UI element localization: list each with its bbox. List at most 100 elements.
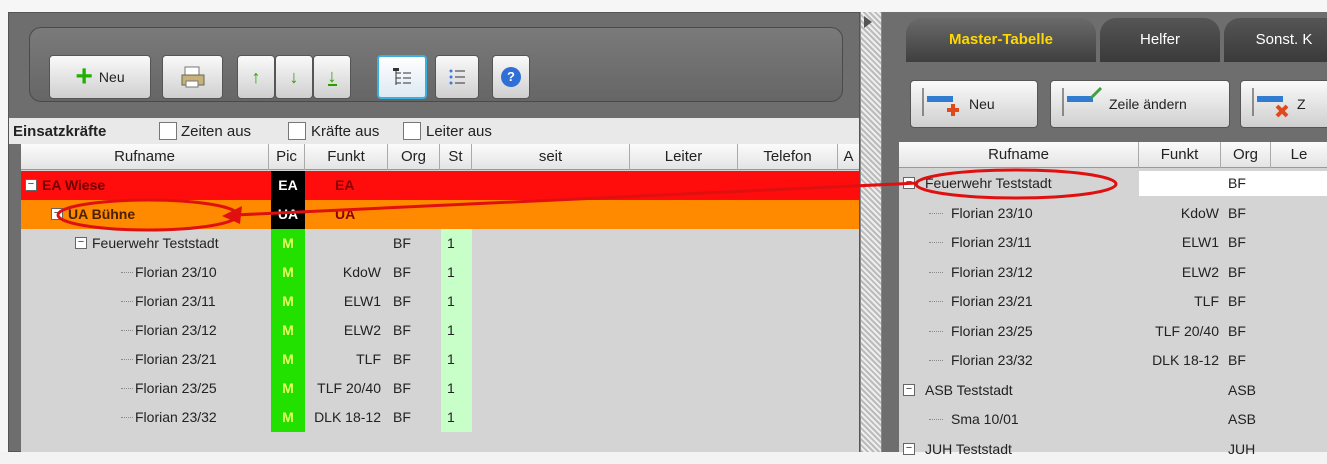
options-bar: Einsatzkräfte Zeiten aus Kräfte aus Leit… — [9, 118, 859, 144]
table-row[interactable]: Florian 23/11 M ELW1 BF 1 — [21, 287, 859, 316]
master-table-row[interactable]: Florian 23/12 ELW2 BF — [899, 258, 1327, 287]
tree-line — [929, 301, 943, 302]
master-table-row[interactable]: Florian 23/21 TLF BF — [899, 287, 1327, 316]
master-table-row[interactable]: − JUH Teststadt JUH — [899, 435, 1327, 464]
master-col-funkt[interactable]: Funkt — [1139, 142, 1221, 168]
rufname-cell: ASB Teststadt — [925, 381, 1013, 398]
org-cell: ASB — [1228, 411, 1257, 427]
table-row[interactable]: Florian 23/21 M TLF BF 1 — [21, 345, 859, 374]
move-down-button[interactable]: ↓ — [275, 55, 313, 99]
tree-line — [121, 330, 133, 331]
edit-row-icon — [1062, 86, 1103, 116]
master-col-org[interactable]: Org — [1221, 142, 1271, 168]
funkt-cell: TLF — [1194, 293, 1219, 309]
leiter-aus-checkbox[interactable] — [403, 122, 421, 140]
left-panel: + Neu ↑ ↓ ↓ ? Einsatzkräfte Zeiten aus K… — [8, 12, 860, 452]
table-row[interactable]: − UA Bühne UA UA — [21, 200, 859, 229]
expand-toggle-icon[interactable]: − — [903, 383, 915, 396]
org-cell: BF — [1228, 293, 1246, 309]
leiter-aus-label: Leiter aus — [426, 123, 492, 140]
st-cell: 1 — [441, 287, 472, 316]
funkt-cell: DLK 18-12 — [1152, 352, 1219, 368]
table-row[interactable]: − EA Wiese EA EA — [21, 171, 859, 200]
table-row[interactable]: Florian 23/10 M KdoW BF 1 — [21, 258, 859, 287]
expand-toggle-icon[interactable]: − — [51, 208, 63, 220]
panel-splitter[interactable] — [860, 12, 882, 452]
rufname-cell: Florian 23/10 — [135, 264, 217, 280]
master-table-row[interactable]: Florian 23/25 TLF 20/40 BF — [899, 317, 1327, 346]
edit-row-button[interactable]: Zeile ändern — [1050, 80, 1230, 128]
expand-toggle-icon[interactable]: − — [903, 177, 915, 189]
rufname-cell: Feuerwehr Teststadt — [92, 235, 219, 251]
master-table-row[interactable]: Florian 23/10 KdoW BF — [899, 199, 1327, 228]
new-button-label: Neu — [98, 69, 125, 85]
print-button[interactable] — [162, 55, 223, 99]
rufname-cell: Florian 23/11 — [951, 234, 1032, 250]
table-row[interactable]: − Feuerwehr Teststadt M BF 1 — [21, 229, 859, 258]
rufname-cell: Florian 23/32 — [135, 409, 217, 425]
rufname-cell: Florian 23/25 — [135, 380, 217, 396]
master-grid[interactable]: Rufname Funkt Org Le − Feuerwehr Teststad… — [899, 142, 1327, 457]
org-cell: BF — [1228, 352, 1246, 368]
funkt-cell: ELW2 — [1181, 263, 1219, 280]
einsatzkraefte-grid[interactable]: Rufname Pic Funkt Org St seit Leiter Tel… — [21, 144, 859, 452]
collapse-arrow-icon[interactable] — [864, 16, 872, 28]
section-title: Einsatzkräfte — [13, 123, 107, 140]
expand-toggle-icon[interactable]: − — [25, 179, 37, 191]
table-row[interactable]: Florian 23/25 M TLF 20/40 BF 1 — [21, 374, 859, 403]
tree-line — [121, 359, 133, 360]
delete-row-button[interactable]: Z — [1240, 80, 1327, 128]
master-table-row[interactable]: − ASB Teststadt ASB — [899, 376, 1327, 405]
zeiten-aus-checkbox[interactable] — [159, 122, 177, 140]
master-table-row[interactable]: Florian 23/32 DLK 18-12 BF — [899, 346, 1327, 375]
master-col-le[interactable]: Le — [1271, 142, 1327, 168]
tree-line — [121, 301, 133, 302]
rufname-cell: Florian 23/21 — [135, 351, 217, 367]
rufname-cell: Florian 23/12 — [951, 263, 1033, 280]
col-rufname[interactable]: Rufname — [21, 144, 269, 170]
master-table-row[interactable]: Sma 10/01 ASB — [899, 405, 1327, 434]
list-view-button[interactable] — [435, 55, 479, 99]
tab-helfer[interactable]: Helfer — [1100, 18, 1220, 62]
pic-cell: UA — [271, 200, 305, 229]
rufname-cell: Florian 23/32 — [951, 352, 1033, 368]
org-cell: BF — [393, 264, 411, 280]
col-telefon[interactable]: Telefon — [738, 144, 838, 170]
funkt-cell: UA — [335, 206, 356, 222]
tab-sonst[interactable]: Sonst. K — [1224, 18, 1327, 62]
table-row[interactable]: Florian 23/12 M ELW2 BF 1 — [21, 316, 859, 345]
master-table-row[interactable]: − Feuerwehr Teststadt BF — [899, 169, 1327, 198]
col-leiter[interactable]: Leiter — [630, 144, 738, 170]
col-pic[interactable]: Pic — [269, 144, 305, 170]
expand-toggle-icon[interactable]: − — [903, 442, 915, 455]
col-org[interactable]: Org — [388, 144, 440, 170]
table-row[interactable]: Florian 23/32 M DLK 18-12 BF 1 — [21, 403, 859, 432]
rufname-cell: Florian 23/12 — [135, 322, 217, 338]
arrow-down-icon: ↓ — [289, 66, 299, 87]
expand-toggle-icon[interactable]: − — [75, 237, 87, 249]
funkt-cell: KdoW — [1180, 204, 1219, 221]
help-button[interactable]: ? — [492, 55, 530, 99]
st-cell: 1 — [441, 403, 472, 432]
kraefte-aus-checkbox[interactable] — [288, 122, 306, 140]
move-up-button[interactable]: ↑ — [237, 55, 275, 99]
tree-line — [929, 242, 943, 243]
col-seit[interactable]: seit — [472, 144, 630, 170]
tree-line — [929, 330, 943, 332]
st-cell: 1 — [441, 258, 472, 287]
tab-master-tabelle[interactable]: Master-Tabelle — [906, 18, 1096, 62]
org-cell: BF — [393, 322, 411, 338]
col-st[interactable]: St — [440, 144, 472, 170]
new-button[interactable]: + Neu — [49, 55, 151, 99]
org-cell: JUH — [1228, 440, 1256, 457]
col-a[interactable]: A — [838, 144, 859, 170]
master-grid-header: Rufname Funkt Org Le — [899, 142, 1327, 168]
col-funkt[interactable]: Funkt — [305, 144, 388, 170]
master-table-row[interactable]: Florian 23/11 ELW1 BF — [899, 228, 1327, 257]
funkt-cell: ELW1 — [1181, 234, 1219, 250]
master-new-button[interactable]: Neu — [910, 80, 1038, 128]
move-bottom-button[interactable]: ↓ — [313, 55, 351, 99]
tree-view-button[interactable] — [377, 55, 427, 99]
master-col-rufname[interactable]: Rufname — [899, 142, 1139, 168]
funkt-cell: ELW2 — [343, 322, 381, 338]
